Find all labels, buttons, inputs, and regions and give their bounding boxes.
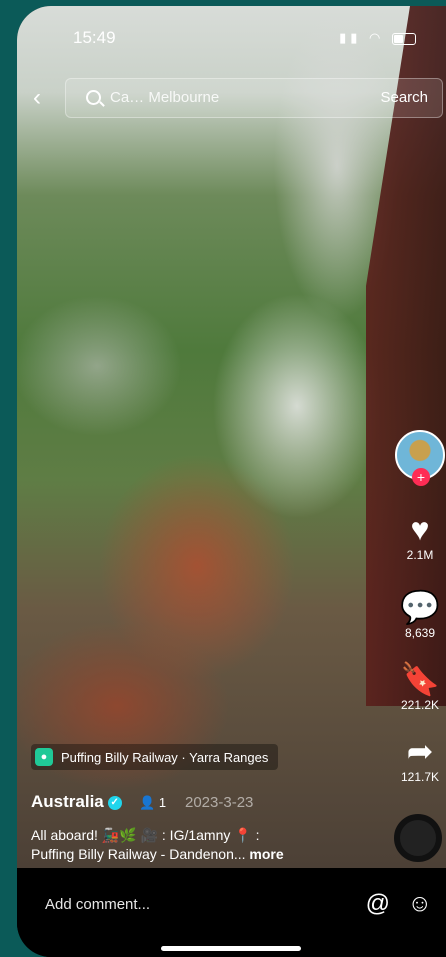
location-pin-icon: ● — [35, 748, 53, 766]
bookmark-icon: 🔖 — [400, 661, 440, 697]
location-tag[interactable]: ● Puffing Billy Railway · Yarra Ranges — [31, 744, 279, 770]
share-count: 121.7K — [400, 770, 440, 784]
post-date: 2023-3-23 — [185, 794, 254, 811]
like-button[interactable]: ♥ 2.1M — [394, 512, 446, 562]
verified-icon: ✓ — [107, 795, 122, 810]
wifi-icon: ◠ — [369, 30, 385, 45]
save-button[interactable]: 🔖 221.2K — [394, 662, 446, 712]
post-caption[interactable]: All aboard! 🚂🌿 🎥 : IG/1amny 📍 : Puffing … — [31, 826, 371, 864]
comment-icon: 💬 — [400, 589, 440, 625]
caption-line-2: Puffing Billy Railway - Dandenon... — [31, 846, 246, 862]
music-disc-icon[interactable] — [394, 814, 442, 862]
author-name[interactable]: Australia ✓ — [31, 792, 122, 812]
mention-icon[interactable]: @ — [366, 890, 390, 918]
avatar[interactable]: + — [395, 430, 445, 486]
heart-icon: ♥ — [410, 511, 430, 547]
location-label: Puffing Billy Railway · Yarra Ranges — [61, 749, 269, 765]
share-icon: ➦ — [406, 733, 434, 769]
battery-icon — [392, 32, 416, 45]
search-bar[interactable]: Ca… Melbourne Search — [65, 78, 443, 118]
home-indicator — [161, 946, 301, 951]
collab-count-label: 1 — [158, 795, 167, 810]
status-time: 15:49 — [73, 28, 116, 47]
comment-button[interactable]: 💬 8,639 — [394, 590, 446, 640]
signal-icon: ▮▮ — [339, 30, 362, 45]
creator-avatar[interactable]: + — [394, 430, 446, 486]
comment-bar: Add comment... @ ☺ — [17, 868, 446, 957]
search-icon — [86, 90, 101, 105]
phone-screen: 15:49 ▮▮ ◠ ‹ Ca… Melbourne Search + ♥ 2.… — [17, 6, 446, 957]
search-query[interactable]: Ca… Melbourne — [110, 89, 219, 106]
author-label: Australia — [31, 792, 104, 811]
collab-count[interactable]: 👤 1 — [139, 795, 166, 811]
search-button[interactable]: Search — [380, 89, 428, 106]
save-count: 221.2K — [400, 698, 440, 712]
comment-count: 8,639 — [404, 626, 436, 640]
comment-input[interactable]: Add comment... — [45, 896, 150, 913]
share-button[interactable]: ➦ 121.7K — [394, 734, 446, 784]
emoji-icon[interactable]: ☺ — [407, 890, 432, 918]
caption-line-1: All aboard! 🚂🌿 🎥 : IG/1amny 📍 : — [31, 827, 260, 843]
follow-plus-icon[interactable]: + — [412, 468, 430, 486]
back-icon[interactable]: ‹ — [33, 86, 41, 110]
like-count: 2.1M — [406, 548, 434, 562]
status-icons: ▮▮ ◠ — [339, 30, 416, 46]
person-icon: 👤 — [139, 795, 156, 810]
more-link[interactable]: more — [249, 846, 283, 862]
